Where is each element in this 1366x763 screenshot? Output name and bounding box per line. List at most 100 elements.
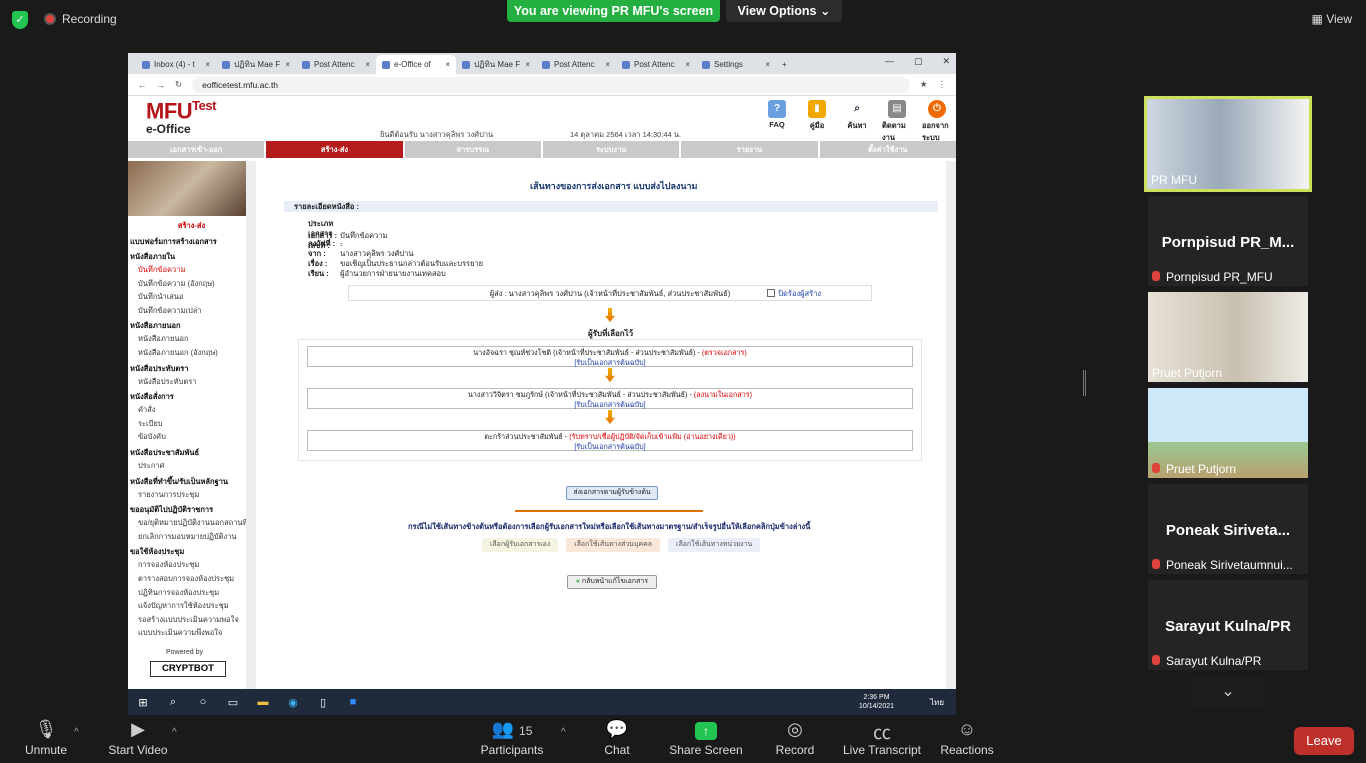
menu-item[interactable]: ปฏิทินการจองห้องประชุม bbox=[130, 586, 255, 600]
tab-close-icon[interactable]: × bbox=[445, 60, 450, 69]
forward-icon[interactable]: → bbox=[157, 80, 166, 90]
start-video-button[interactable]: ▶ Start Video bbox=[106, 719, 170, 757]
menu-item[interactable]: การจองห้องประชุม bbox=[130, 558, 255, 572]
edge-icon[interactable]: ◉ bbox=[278, 696, 308, 709]
recording-indicator[interactable]: Recording bbox=[44, 12, 117, 26]
tab-close-icon[interactable]: × bbox=[605, 60, 610, 69]
menu-item[interactable]: รายงานการประชุม bbox=[130, 488, 255, 502]
hide-checkbox[interactable] bbox=[767, 289, 775, 297]
nav-tab-system[interactable]: ระบบงาน bbox=[542, 141, 680, 158]
menu-item[interactable]: บันทึกข้อความ (อังกฤษ) bbox=[130, 277, 255, 291]
audio-caret-icon[interactable]: ^ bbox=[74, 727, 79, 738]
menu-item[interactable]: ตารางสอบการจองห้องประชุม bbox=[130, 572, 255, 586]
search-button[interactable]: ⌕ ค้นหา bbox=[842, 100, 872, 144]
browser-tab[interactable]: Post Attenc × bbox=[616, 55, 696, 74]
back-icon[interactable]: ← bbox=[138, 80, 147, 90]
video-tile[interactable]: Pruet Putjorn bbox=[1148, 388, 1308, 478]
tab-close-icon[interactable]: × bbox=[285, 60, 290, 69]
url-input[interactable]: eofficetest.mfu.ac.th bbox=[192, 76, 910, 93]
send-button[interactable]: ส่งเอกสารตามผู้รับข้างต้น bbox=[566, 486, 658, 500]
menu-item[interactable]: ข้อบังคับ bbox=[130, 430, 255, 444]
menu-item[interactable]: ยกเลิกการมอบหมายปฏิบัติงาน bbox=[130, 530, 255, 544]
unit-route-button[interactable]: เลือกใช้เส้นทางหน่วยงาน bbox=[668, 538, 761, 552]
zoom-app-icon[interactable]: ■ bbox=[338, 696, 368, 708]
chat-button[interactable]: 💬 Chat bbox=[598, 719, 636, 757]
tab-close-icon[interactable]: × bbox=[525, 60, 530, 69]
participants-caret-icon[interactable]: ^ bbox=[561, 727, 566, 738]
view-options-button[interactable]: View Options ⌄ bbox=[726, 0, 842, 22]
menu-item[interactable]: ประกาศ bbox=[130, 459, 255, 473]
menu-item[interactable]: หนังสือภายนอก (อังกฤษ) bbox=[130, 346, 255, 360]
security-shield-icon[interactable]: ✓ bbox=[12, 11, 28, 29]
taskbar-clock[interactable]: 2:36 PM 10/14/2021 bbox=[859, 693, 894, 711]
name-tile[interactable]: Pornpisud PR_M... Pornpisud PR_MFU bbox=[1148, 196, 1308, 286]
menu-item[interactable]: คำสั่ง bbox=[130, 403, 255, 417]
tab-close-icon[interactable]: × bbox=[765, 60, 770, 69]
choose-receiver-button[interactable]: เลือกผู้รับเอกสารเอง bbox=[482, 538, 559, 552]
left-scrollbar[interactable] bbox=[246, 161, 256, 689]
cortana-icon[interactable]: ○ bbox=[188, 696, 218, 708]
manual-button[interactable]: ▮ คู่มือ bbox=[802, 100, 832, 144]
participants-button[interactable]: 👥 15 Participants bbox=[478, 719, 546, 757]
close-icon[interactable]: ✕ bbox=[942, 56, 950, 67]
leave-button[interactable]: Leave bbox=[1294, 727, 1354, 755]
faq-button[interactable]: ? FAQ bbox=[762, 100, 792, 144]
right-scrollbar[interactable] bbox=[946, 161, 956, 689]
hide-label[interactable]: ปิดร้องผู้สร้าง bbox=[778, 286, 821, 301]
personal-route-button[interactable]: เลือกใช้เส้นทางส่วนบุคคล bbox=[566, 538, 661, 552]
back-to-edit-button[interactable]: « กลับหน้าแก้ไขเอกสาร bbox=[567, 575, 657, 589]
nav-tab-create[interactable]: สร้าง-ส่ง bbox=[266, 141, 403, 158]
browser-tab[interactable]: ปฏิทิน Mae F × bbox=[216, 55, 296, 74]
menu-item[interactable]: บันทึกข้อความ bbox=[130, 263, 255, 277]
menu-item[interactable]: ขอ/ยุติหมายปฏิบัติงานนอกสถานที่ bbox=[130, 516, 255, 530]
menu-item[interactable]: หนังสือประทับตรา bbox=[130, 375, 255, 389]
tab-close-icon[interactable]: × bbox=[685, 60, 690, 69]
minimize-icon[interactable]: — bbox=[885, 56, 894, 67]
video-caret-icon[interactable]: ^ bbox=[172, 727, 177, 738]
original-link[interactable]: [รับเป็นเอกสารต้นฉบับ] bbox=[574, 442, 645, 451]
browser-tab[interactable]: ปฏิทิน Mae F × bbox=[456, 55, 536, 74]
task-view-icon[interactable]: ▭ bbox=[218, 696, 248, 709]
reload-icon[interactable]: ↻ bbox=[175, 79, 182, 90]
name-tile[interactable]: Sarayut Kulna/PR Sarayut Kulna/PR bbox=[1148, 580, 1308, 670]
windows-start-icon[interactable]: ⊞ bbox=[128, 696, 158, 709]
maximize-icon[interactable]: ▢ bbox=[914, 56, 923, 67]
menu-item[interactable]: แจ้งปัญหาการใช้ห้องประชุม bbox=[130, 599, 255, 613]
browser-tab[interactable]: Post Attenc × bbox=[296, 55, 376, 74]
nav-tab-docs[interactable]: เอกสารเข้า-ออก bbox=[128, 141, 265, 158]
video-tile[interactable]: Pruet Putjorn bbox=[1148, 292, 1308, 382]
menu-icon[interactable]: ⋮ bbox=[938, 79, 947, 90]
logout-button[interactable]: ⏻ ออกจากระบบ bbox=[922, 100, 952, 144]
video-tile-active[interactable]: PR MFU bbox=[1144, 96, 1312, 192]
share-screen-button[interactable]: ↑ Share Screen bbox=[668, 719, 744, 757]
menu-item[interactable]: แบบประเมินความพึงพอใจ bbox=[130, 626, 255, 640]
menu-item[interactable]: บันทึกข้อความเปล่า bbox=[130, 304, 255, 318]
browser-tab[interactable]: Settings × bbox=[696, 55, 776, 74]
reactions-button[interactable]: ☺ Reactions bbox=[940, 719, 994, 757]
star-icon[interactable]: ★ bbox=[920, 79, 928, 90]
original-link[interactable]: [รับเป็นเอกสารต้นฉบับ] bbox=[574, 400, 645, 409]
document-icon[interactable]: ▯ bbox=[308, 696, 338, 709]
original-link[interactable]: [รับเป็นเอกสารต้นฉบับ] bbox=[574, 358, 645, 367]
nav-tab-saraban[interactable]: สารบรรณ bbox=[404, 141, 541, 158]
record-button[interactable]: ◎ Record bbox=[774, 719, 816, 757]
gallery-scroll-down-icon[interactable]: ⌄ bbox=[1191, 676, 1265, 708]
panel-splitter[interactable] bbox=[1083, 370, 1086, 396]
browser-tab[interactable]: Post Attenc × bbox=[536, 55, 616, 74]
name-tile[interactable]: Poneak Siriveta... Poneak Sirivetaumnui.… bbox=[1148, 484, 1308, 574]
track-button[interactable]: ▤ ติดตามงาน bbox=[882, 100, 912, 144]
browser-tab[interactable]: e-Office of × bbox=[376, 55, 456, 74]
live-transcript-button[interactable]: ㏄ Live Transcript bbox=[842, 719, 922, 757]
view-button[interactable]: ▦ View bbox=[1312, 12, 1352, 26]
tab-close-icon[interactable]: × bbox=[365, 60, 370, 69]
menu-item[interactable]: รอสร้างแบบประเมินความพอใจ bbox=[130, 613, 255, 627]
menu-item[interactable]: หนังสือภายนอก bbox=[130, 332, 255, 346]
tab-close-icon[interactable]: × bbox=[205, 60, 210, 69]
menu-item[interactable]: บันทึกนำเสนอ bbox=[130, 290, 255, 304]
folder-icon[interactable]: ▬ bbox=[248, 696, 278, 708]
search-icon[interactable]: ⌕ bbox=[158, 696, 188, 709]
unmute-button[interactable]: 🎙 Unmute bbox=[22, 719, 70, 757]
browser-tab[interactable]: Inbox (4) - t × bbox=[136, 55, 216, 74]
menu-item[interactable]: ระเบียบ bbox=[130, 417, 255, 431]
language-indicator[interactable]: ไทย bbox=[930, 696, 944, 709]
